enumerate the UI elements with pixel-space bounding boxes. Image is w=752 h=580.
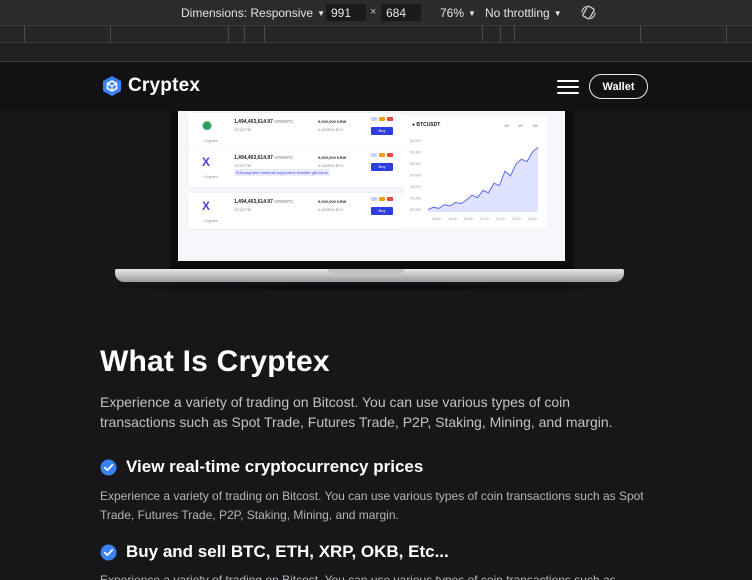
offer-time: 10:32 PM xyxy=(234,207,252,212)
chart-range-tab: 1H xyxy=(504,123,509,128)
cube-logo-icon xyxy=(103,76,121,96)
chart-range-tab: 1W xyxy=(532,123,538,128)
brand-name: Cryptex xyxy=(128,75,201,96)
dimensions-label: Dimensions: Responsive xyxy=(181,6,314,20)
feature-item: View real-time cryptocurrency prices xyxy=(100,457,423,477)
exchange-name: Cryptex xyxy=(204,138,218,143)
price-chart-card: ● BTCUSDT 65,000 60,000 55,000 50,000 45,000… xyxy=(404,116,547,229)
payment-methods xyxy=(371,117,393,121)
laptop-shadow xyxy=(118,283,621,291)
laptop-notch xyxy=(328,269,404,274)
check-circle-icon xyxy=(100,459,117,475)
p2p-offer-row: ✺ Cryptex 1,494,403,614.97 KRW/BTC 10:32 PM… xyxy=(188,113,406,149)
p2p-offer-row: X Cryptex 1,494,403,614.97 KRW/BTC 10:32 PM… xyxy=(188,193,406,229)
buy-button[interactable]: Buy xyxy=(371,163,393,171)
offer-price: 1,494,403,614.97 KRW/BTC xyxy=(234,119,294,125)
x-tick-label: 23:00 xyxy=(512,217,521,221)
offer-time: 10:32 PM xyxy=(234,163,252,168)
laptop-screen-content: Reference Price: 1,603,571,303.42 USD/BT… xyxy=(178,104,565,261)
site-navbar: Cryptex Wallet xyxy=(0,62,752,111)
offer-range: 0.002500 BTC xyxy=(318,127,344,132)
throttling-dropdown[interactable]: No throttling ▼ xyxy=(485,6,562,20)
x-tick-label: 22:00 xyxy=(496,217,505,221)
ruler-bar xyxy=(0,42,752,62)
feature-title: View real-time cryptocurrency prices xyxy=(126,457,424,476)
check-circle-icon xyxy=(100,544,117,560)
x-tick-label: 19:00 xyxy=(448,217,457,221)
height-input[interactable] xyxy=(381,4,421,21)
wallet-button[interactable]: Wallet xyxy=(589,74,648,99)
offer-time: 10:32 PM xyxy=(234,127,252,132)
caret-down-icon: ▼ xyxy=(468,9,476,18)
hamburger-icon[interactable] xyxy=(557,80,579,94)
offer-price: 1,494,403,614.97 KRW/BTC xyxy=(234,199,294,205)
zoom-label: 76% xyxy=(440,6,465,20)
payment-methods xyxy=(371,197,393,201)
media-query-bar xyxy=(0,25,752,43)
offer-amount: 5,000,000 KRW xyxy=(318,119,347,124)
y-tick-label: 35,000 xyxy=(410,208,421,212)
feature-title: Buy and sell BTC, ETH, XRP, OKB, Etc... xyxy=(126,542,449,561)
offer-range: 0.002500 BTC xyxy=(318,207,344,212)
section-lead: Experience a variety of trading on Bitco… xyxy=(100,394,613,430)
offer-amount: 5,000,000 KRW xyxy=(318,199,347,204)
page-viewport: Cryptex Wallet Reference Price: 1,603,57… xyxy=(0,62,752,580)
times-separator: × xyxy=(370,6,377,18)
buy-button[interactable]: Buy xyxy=(371,207,393,215)
brand-logo[interactable]: Cryptex xyxy=(102,75,200,97)
x-tick-label: 20:00 xyxy=(464,217,473,221)
throttling-label: No throttling xyxy=(485,6,550,20)
caret-down-icon: ▼ xyxy=(317,9,325,18)
width-input[interactable] xyxy=(326,4,366,21)
laptop-mockup-screen: Reference Price: 1,603,571,303.42 USD/BT… xyxy=(170,104,574,272)
mini-price-chart: 65,000 60,000 55,000 50,000 45,000 40,000 35,0… xyxy=(410,123,539,221)
zoom-dropdown[interactable]: 76% ▼ xyxy=(440,6,476,20)
offer-range: 0.002500 BTC xyxy=(318,163,344,168)
exchange-name: Cryptex xyxy=(204,174,218,179)
exchange-icon: X xyxy=(202,155,211,169)
feature-item: Buy and sell BTC, ETH, XRP, OKB, Etc... xyxy=(100,542,449,562)
exchange-name: Cryptex xyxy=(204,218,218,223)
x-tick-label: 18:00 xyxy=(432,217,441,221)
y-tick-label: 65,000 xyxy=(410,139,421,143)
offer-note: Edit payment methods supported: transfer… xyxy=(234,169,330,176)
offer-amount: 5,000,000 KRW xyxy=(318,155,347,160)
rotate-icon[interactable] xyxy=(580,4,597,21)
feature-description: Experience a variety of trading on Bitco… xyxy=(100,489,644,522)
exchange-icon: ✺ xyxy=(202,119,213,133)
payment-methods xyxy=(371,153,393,157)
y-tick-label: 40,000 xyxy=(410,197,421,201)
caret-down-icon: ▼ xyxy=(553,9,562,18)
exchange-icon: X xyxy=(202,199,211,213)
y-tick-label: 55,000 xyxy=(410,162,421,166)
p2p-offer-row: X Cryptex 1,494,403,614.97 KRW/BTC 10:32 PM… xyxy=(188,149,406,187)
buy-button[interactable]: Buy xyxy=(371,127,393,135)
feature-description: Experience a variety of trading on Bitco… xyxy=(100,573,616,580)
chart-range-tab: 1D xyxy=(518,123,523,128)
devtools-device-toolbar: Dimensions: Responsive▼ × 76%▼ No thrott… xyxy=(0,0,752,25)
dimensions-dropdown[interactable]: Dimensions: Responsive ▼ xyxy=(181,6,325,20)
x-tick-label: 21:00 xyxy=(480,217,489,221)
x-tick-label: 24:00 xyxy=(528,217,537,221)
section-heading: What Is Cryptex xyxy=(100,345,330,378)
y-tick-label: 45,000 xyxy=(410,185,421,189)
y-tick-label: 50,000 xyxy=(410,174,421,178)
y-tick-label: 60,000 xyxy=(410,151,421,155)
chart-area xyxy=(428,147,538,212)
offer-price: 1,494,403,614.97 KRW/BTC xyxy=(234,155,294,161)
